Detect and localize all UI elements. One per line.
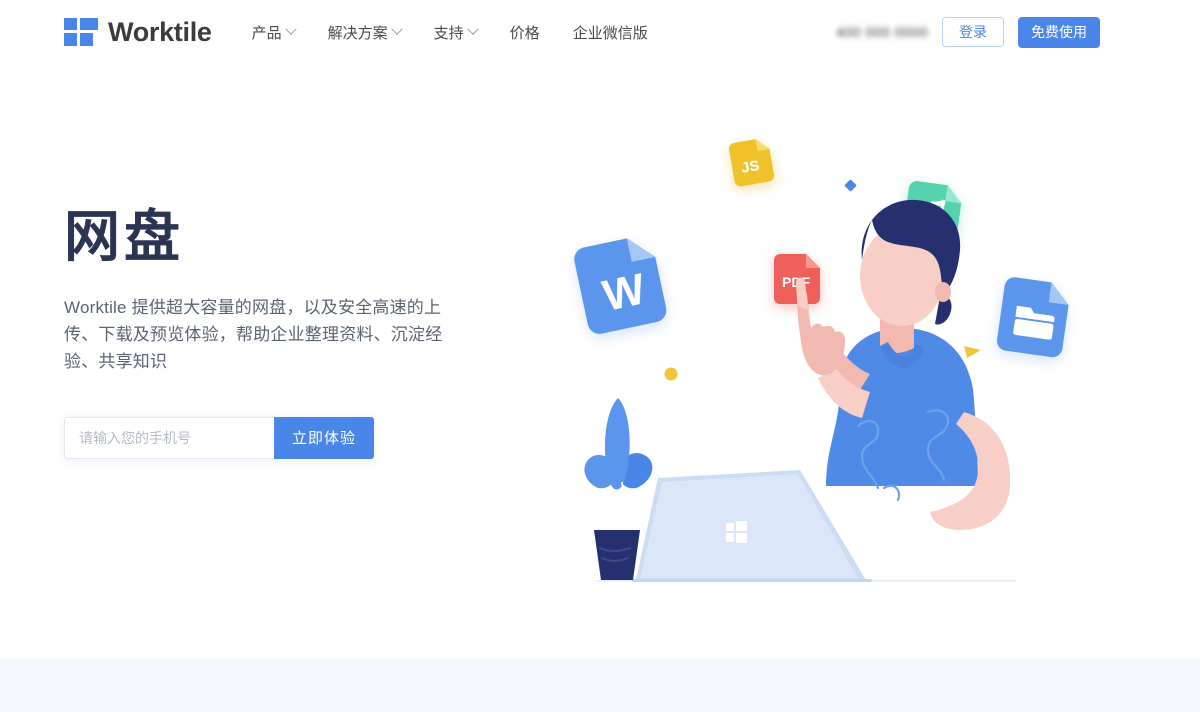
brand-logo[interactable]: Worktile [64,17,212,48]
chevron-down-icon [390,23,403,35]
nav-item-label: 支持 [433,24,464,42]
nav-item-label: 价格 [509,24,540,42]
yellow-dot [664,367,678,381]
free-trial-button[interactable]: 免费使用 [1018,16,1100,48]
try-now-button[interactable]: 立即体验 [274,416,374,459]
hero-description: Worktile 提供超大容量的网盘，以及安全高速的上传、下载及预览体验，帮助企… [64,297,443,371]
js-file-icon: JS [729,139,775,187]
nav-item-pricing[interactable]: 价格 [510,22,540,43]
nav-item-wechat-edition[interactable]: 企业微信版 [573,22,648,43]
login-button[interactable]: 登录 [942,17,1004,47]
chevron-down-icon [467,23,479,35]
nav-item-label: 企业微信版 [572,24,648,42]
folder-file-icon [997,277,1069,358]
hero-content: 网盘 Worktile 提供超大容量的网盘，以及安全高速的上传、下载及预览体验，… [64,206,484,459]
main-nav: 产品 解决方案 支持 价格 企业微信版 [252,22,648,43]
nav-item-products[interactable]: 产品 [251,22,297,43]
page-root: Worktile 产品 解决方案 支持 价格 企业微信版 400 000 000… [0,0,1200,712]
nav-item-solutions[interactable]: 解决方案 [327,22,403,43]
worktile-grid-logo-icon [64,18,98,46]
page-title: 网盘 [64,205,184,268]
svg-text:JS: JS [740,157,761,177]
header-actions: 400 000 0000 登录 免费使用 [836,0,1200,64]
cloud-drive-hero-illustration: JS W PDF [540,96,1140,596]
word-file-icon: W [574,238,667,334]
nav-item-label: 解决方案 [327,24,388,42]
signup-form: 立即体验 [64,416,374,459]
bottom-section-band [0,659,1200,712]
site-header: Worktile 产品 解决方案 支持 价格 企业微信版 400 000 000… [0,0,1200,64]
nav-item-label: 产品 [251,24,282,42]
yellow-triangle [964,346,981,358]
phone-input[interactable] [64,416,274,459]
nav-item-support[interactable]: 支持 [433,22,479,43]
contact-phone: 400 000 0000 [836,24,928,40]
chevron-down-icon [284,23,297,35]
laptop-with-logo [632,470,872,582]
blue-diamond-dot [844,179,857,192]
brand-name: Worktile [108,16,212,47]
man-pointing-up-with-laptop [796,199,1011,530]
